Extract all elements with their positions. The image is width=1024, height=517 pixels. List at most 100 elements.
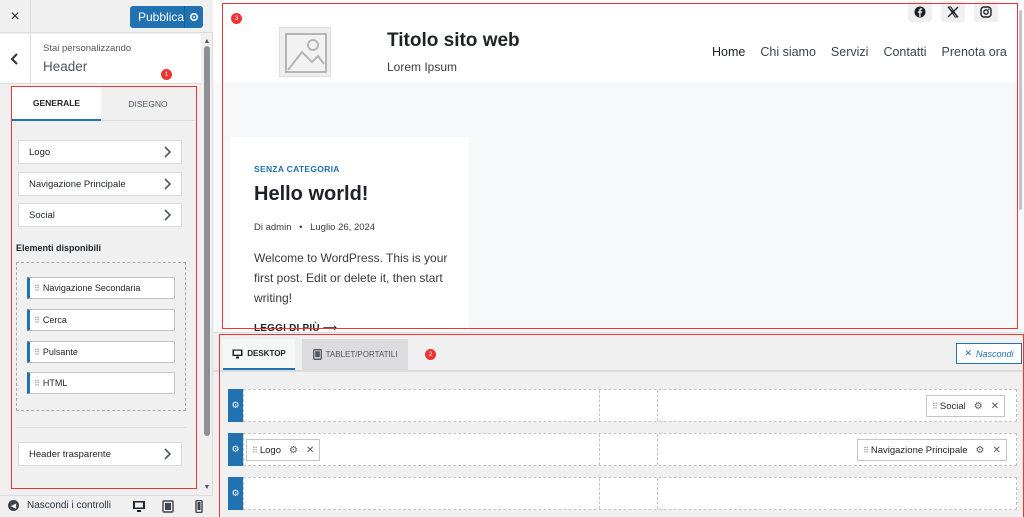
- post-category[interactable]: SENZA CATEGORIA: [254, 164, 340, 174]
- available-item-label: Navigazione Secondaria: [42, 283, 141, 293]
- tab-desktop[interactable]: DESKTOP: [223, 339, 295, 370]
- drag-handle-icon[interactable]: ⠿: [863, 446, 869, 455]
- publish-button[interactable]: Pubblica: [130, 6, 203, 28]
- available-item-secondary-nav[interactable]: ⠿ Navigazione Secondaria: [27, 277, 175, 299]
- tablet-preview-icon[interactable]: [161, 500, 175, 513]
- element-chip-label: Navigazione Principale: [870, 444, 968, 456]
- builder-row-top: ⚙ ⠿ Social ⚙ ✕: [228, 389, 1017, 422]
- post-excerpt: Welcome to WordPress. This is your first…: [254, 251, 448, 305]
- meta-separator: •: [299, 222, 303, 233]
- row-settings-gear-icon[interactable]: ⚙: [228, 477, 243, 510]
- row-settings-gear-icon[interactable]: ⚙: [228, 433, 243, 466]
- drag-handle-icon[interactable]: ⠿: [252, 446, 258, 455]
- facebook-icon[interactable]: [908, 1, 932, 22]
- annotation-marker-1: 1: [161, 69, 172, 80]
- tab-design[interactable]: DISEGNO: [101, 87, 195, 121]
- site-logo-placeholder[interactable]: [279, 27, 331, 77]
- remove-element-close-icon[interactable]: ✕: [991, 401, 999, 412]
- tablet-icon: [312, 349, 322, 360]
- zone-divider: [599, 390, 600, 421]
- post-meta: Di admin • Luglio 26, 2024: [254, 222, 375, 233]
- desktop-preview-icon[interactable]: [132, 500, 146, 513]
- remove-element-close-icon[interactable]: ✕: [306, 445, 314, 456]
- post-title[interactable]: Hello world!: [254, 183, 368, 206]
- nav-item-contacts[interactable]: Contatti: [883, 45, 926, 59]
- desktop-icon: [232, 349, 243, 358]
- publish-settings-gear-icon[interactable]: [184, 6, 203, 28]
- hide-controls-button[interactable]: ◀ Nascondi i controlli: [8, 500, 111, 511]
- available-item-html[interactable]: ⠿ HTML: [27, 372, 175, 394]
- read-more-link[interactable]: LEGGI DI PIÙ ⟶: [254, 323, 337, 332]
- primary-navigation: Home Chi siamo Servizi Contatti Prenota …: [712, 45, 1022, 59]
- builder-tab-divider: [213, 370, 1024, 372]
- drag-handle-icon[interactable]: ⠿: [932, 402, 938, 411]
- element-chip-social[interactable]: ⠿ Social ⚙ ✕: [926, 395, 1006, 417]
- preview-scrollbar[interactable]: [1019, 10, 1022, 210]
- available-item-button[interactable]: ⠿ Pulsante: [27, 341, 175, 363]
- element-chip-primary-nav[interactable]: ⠿ Navigazione Principale ⚙ ✕: [857, 439, 1007, 461]
- drag-handle-icon[interactable]: ⠿: [34, 379, 40, 388]
- drag-handle-icon[interactable]: ⠿: [34, 284, 40, 293]
- sidebar-footer: ◀ Nascondi i controlli: [0, 495, 213, 517]
- available-item-label: Pulsante: [42, 347, 78, 357]
- site-title[interactable]: Titolo sito web: [387, 30, 520, 52]
- post-author[interactable]: Di admin: [254, 222, 292, 233]
- hide-builder-button[interactable]: ✕ Nascondi: [956, 343, 1022, 364]
- close-button[interactable]: ×: [0, 0, 31, 33]
- back-button[interactable]: [0, 34, 31, 84]
- chevron-left-icon: [10, 53, 18, 65]
- row-dropzone[interactable]: ⠿ Social ⚙ ✕: [243, 389, 1017, 422]
- customizer-topbar: × Pubblica: [0, 0, 213, 33]
- annotation-marker-3: 3: [231, 13, 242, 24]
- annotation-marker-2: 2: [425, 349, 436, 360]
- x-icon[interactable]: [941, 1, 965, 22]
- nav-item-home[interactable]: Home: [712, 45, 745, 59]
- drag-handle-icon[interactable]: ⠿: [34, 316, 40, 325]
- drag-handle-icon[interactable]: ⠿: [34, 348, 40, 357]
- element-settings-gear-icon[interactable]: ⚙: [974, 401, 983, 412]
- row-settings-gear-icon[interactable]: ⚙: [228, 389, 243, 422]
- builder-row-main: ⚙ ⠿ Logo ⚙ ✕ ⠿ Navigazione Principale ⚙ …: [228, 433, 1017, 466]
- section-item-logo[interactable]: Logo: [18, 140, 182, 164]
- nav-item-book[interactable]: Prenota ora: [942, 45, 1007, 59]
- element-chip-label: Social: [939, 400, 966, 412]
- row-dropzone[interactable]: ⠿ Logo ⚙ ✕ ⠿ Navigazione Principale ⚙ ✕: [243, 433, 1017, 466]
- post-date[interactable]: Luglio 26, 2024: [310, 222, 375, 233]
- section-item-label: Navigazione Principale: [29, 178, 126, 190]
- mobile-preview-icon[interactable]: [192, 500, 206, 513]
- nav-item-about[interactable]: Chi siamo: [760, 45, 816, 59]
- section-item-social[interactable]: Social: [18, 203, 182, 227]
- scrollbar-thumb[interactable]: [204, 46, 210, 436]
- element-settings-gear-icon[interactable]: ⚙: [976, 445, 985, 456]
- hide-controls-label: Nascondi i controlli: [27, 500, 111, 511]
- available-item-search[interactable]: ⠿ Cerca: [27, 309, 175, 331]
- sidebar-scrollbar[interactable]: ▲ ▼: [203, 38, 211, 495]
- close-icon: ✕: [964, 348, 972, 358]
- scroll-down-icon[interactable]: ▼: [203, 484, 211, 491]
- social-icons: [908, 1, 998, 22]
- nav-item-services[interactable]: Servizi: [831, 45, 869, 59]
- section-item-label: Logo: [29, 146, 51, 158]
- tab-tablet[interactable]: TABLET/PORTATILI: [302, 339, 408, 370]
- header-builder: DESKTOP TABLET/PORTATILI ✕ Nascondi ⚙ ⠿ …: [213, 332, 1024, 517]
- chevron-right-icon: [164, 178, 172, 190]
- section-item-primary-nav[interactable]: Navigazione Principale: [18, 172, 182, 196]
- section-item-transparent-header[interactable]: Header trasparente: [18, 442, 182, 466]
- element-settings-gear-icon[interactable]: ⚙: [289, 445, 298, 456]
- instagram-icon[interactable]: [974, 1, 998, 22]
- available-item-label: Cerca: [42, 315, 67, 325]
- scroll-up-icon[interactable]: ▲: [203, 38, 211, 45]
- chevron-right-icon: [164, 146, 172, 158]
- builder-row-bottom: ⚙: [228, 477, 1017, 510]
- remove-element-close-icon[interactable]: ✕: [992, 445, 1000, 456]
- site-tagline: Lorem Ipsum: [387, 60, 458, 74]
- zone-divider: [657, 390, 658, 421]
- available-item-label: HTML: [42, 378, 68, 388]
- tab-general[interactable]: GENERALE: [12, 87, 101, 121]
- available-elements-dropzone[interactable]: ⠿ Navigazione Secondaria ⠿ Cerca ⠿ Pulsa…: [16, 262, 186, 411]
- post-card: SENZA CATEGORIA Hello world! Di admin • …: [230, 137, 469, 332]
- row-dropzone[interactable]: [243, 477, 1017, 510]
- section-item-label: Header trasparente: [29, 448, 111, 460]
- element-chip-logo[interactable]: ⠿ Logo ⚙ ✕: [246, 439, 321, 461]
- publish-label: Pubblica: [138, 10, 185, 24]
